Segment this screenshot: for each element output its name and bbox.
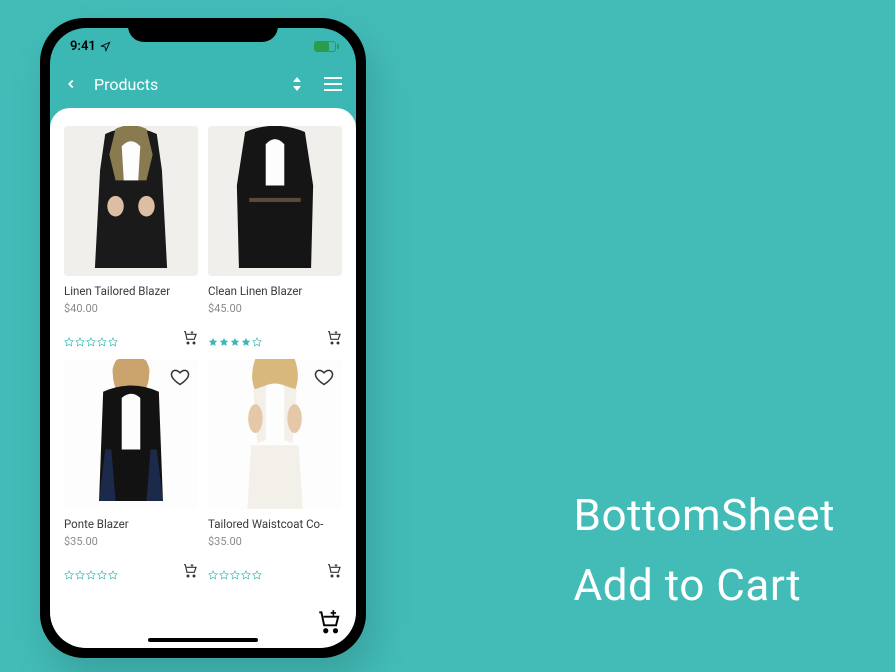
sort-button[interactable] (288, 75, 306, 93)
star-fill-icon (219, 332, 229, 342)
add-to-cart-button[interactable] (326, 329, 342, 345)
chevron-left-icon (64, 77, 78, 91)
product-name: Tailored Waistcoat Co- (208, 517, 342, 531)
phone-frame: 9:41 Products Linen Tailored Blazer$40 (40, 18, 366, 658)
product-image[interactable] (208, 359, 342, 509)
product-name: Linen Tailored Blazer (64, 284, 198, 298)
status-time: 9:41 (70, 39, 96, 54)
star-fill-icon (208, 332, 218, 342)
star-outline-icon (241, 565, 251, 575)
star-outline-icon (97, 565, 107, 575)
page-heading: BottomSheet Add to Cart (574, 480, 835, 621)
star-outline-icon (86, 332, 96, 342)
heart-icon (314, 367, 334, 387)
rating-stars[interactable] (208, 565, 262, 575)
phone-notch (128, 18, 278, 42)
add-to-cart-button[interactable] (182, 562, 198, 578)
phone-screen: 9:41 Products Linen Tailored Blazer$40 (50, 28, 356, 648)
favorite-button[interactable] (170, 367, 190, 387)
star-outline-icon (252, 565, 262, 575)
cart-plus-icon (316, 608, 342, 634)
page-heading-line2: Add to Cart (574, 550, 835, 620)
star-outline-icon (86, 565, 96, 575)
add-to-cart-button[interactable] (326, 562, 342, 578)
product-name: Clean Linen Blazer (208, 284, 342, 298)
star-fill-icon (230, 332, 240, 342)
product-name: Ponte Blazer (64, 517, 198, 531)
product-card: Clean Linen Blazer $45.00 (208, 126, 342, 345)
product-card: Tailored Waistcoat Co- $35.00 (208, 359, 342, 578)
star-outline-icon (75, 565, 85, 575)
location-arrow-icon (100, 41, 111, 52)
star-outline-icon (230, 565, 240, 575)
product-footer (208, 329, 342, 345)
back-button[interactable] (64, 77, 84, 91)
star-outline-icon (108, 332, 118, 342)
star-outline-icon (75, 332, 85, 342)
favorite-button[interactable] (314, 367, 334, 387)
add-to-cart-button[interactable] (182, 329, 198, 345)
product-footer (64, 562, 198, 578)
product-price: $35.00 (208, 535, 342, 548)
star-outline-icon (64, 332, 74, 342)
header-title: Products (94, 75, 288, 94)
cart-icon (326, 562, 342, 578)
heart-icon (170, 367, 190, 387)
product-list-panel[interactable]: Linen Tailored Blazer $40.00 Clean Linen B… (50, 108, 356, 648)
battery-icon (314, 41, 336, 52)
product-card: Ponte Blazer $35.00 (64, 359, 198, 578)
cart-icon (182, 562, 198, 578)
cart-icon (182, 329, 198, 345)
star-fill-icon (241, 332, 251, 342)
floating-cart-button[interactable] (316, 608, 342, 634)
rating-stars[interactable] (64, 565, 118, 575)
sort-icon (291, 77, 303, 91)
product-card: Linen Tailored Blazer $40.00 (64, 126, 198, 345)
rating-stars[interactable] (208, 332, 262, 342)
product-image[interactable] (208, 126, 342, 276)
product-price: $35.00 (64, 535, 198, 548)
cart-icon (326, 329, 342, 345)
page-heading-line1: BottomSheet (574, 480, 835, 550)
product-image[interactable] (64, 359, 198, 509)
menu-button[interactable] (324, 75, 342, 93)
product-footer (64, 329, 198, 345)
star-outline-icon (97, 332, 107, 342)
home-indicator[interactable] (148, 638, 258, 642)
star-outline-icon (219, 565, 229, 575)
product-price: $40.00 (64, 302, 198, 315)
star-outline-icon (252, 332, 262, 342)
product-footer (208, 562, 342, 578)
hamburger-icon (324, 77, 342, 91)
star-outline-icon (64, 565, 74, 575)
app-header: Products (50, 64, 356, 104)
star-outline-icon (108, 565, 118, 575)
product-image[interactable] (64, 126, 198, 276)
rating-stars[interactable] (64, 332, 118, 342)
product-price: $45.00 (208, 302, 342, 315)
star-outline-icon (208, 565, 218, 575)
